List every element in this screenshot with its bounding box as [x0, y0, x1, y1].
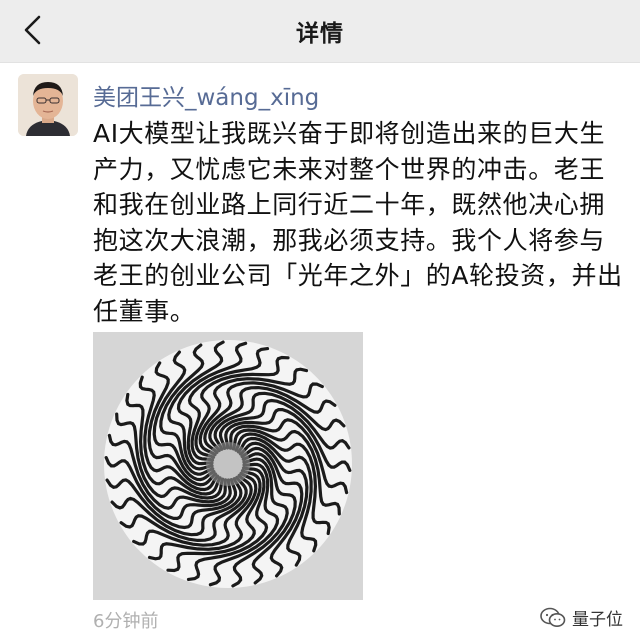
spiral-optical-illusion-image[interactable]	[93, 332, 363, 600]
author-name-link[interactable]: 美团王兴_wáng_xīng	[93, 78, 319, 112]
avatar[interactable]	[18, 74, 78, 136]
source-watermark: 量子位	[540, 605, 623, 630]
watermark-text: 量子位	[572, 610, 623, 630]
top-navbar: 详情	[0, 0, 640, 63]
post-timestamp: 6分钟前	[93, 611, 159, 632]
wechat-icon	[540, 607, 566, 627]
page-title: 详情	[296, 21, 344, 47]
post-text: AI大模型让我既兴奋于即将创造出来的巨大生产力，又忧虑它未来对整个世界的冲击。老…	[93, 119, 623, 326]
